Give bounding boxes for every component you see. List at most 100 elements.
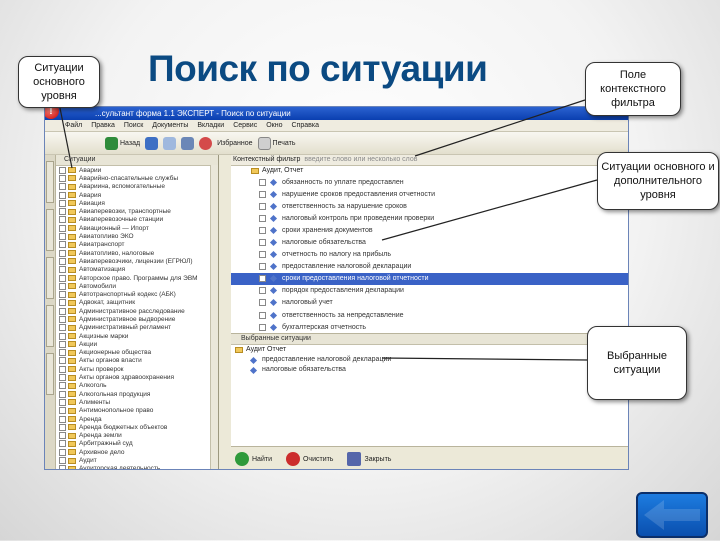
situation-item[interactable]: Авиационный — Ипорт bbox=[56, 224, 218, 232]
checkbox[interactable] bbox=[59, 241, 66, 249]
filter-input[interactable]: введите слово или несколько слов bbox=[304, 156, 417, 163]
checkbox[interactable] bbox=[59, 249, 66, 257]
situation-item[interactable]: Аудиторская деятельность bbox=[56, 465, 218, 469]
situation-item[interactable]: Авиатопливо ЭКО bbox=[56, 232, 218, 241]
situation-item[interactable]: Авиатранспорт bbox=[56, 241, 218, 249]
checkbox[interactable] bbox=[59, 332, 66, 340]
context-situation-row[interactable]: бухгалтерская отчетность bbox=[231, 321, 628, 333]
context-situation-row[interactable]: налоговый контроль при проведении провер… bbox=[231, 212, 628, 224]
context-situation-row[interactable]: налоговые обязательства bbox=[231, 236, 628, 248]
checkbox[interactable] bbox=[59, 299, 66, 307]
context-situation-row[interactable]: порядок предоставления декларации bbox=[231, 285, 628, 297]
checkbox[interactable] bbox=[59, 432, 66, 440]
context-situation-row[interactable]: налоговый учет bbox=[231, 297, 628, 309]
close-button[interactable]: Закрыть bbox=[347, 452, 391, 466]
situation-item[interactable]: Аудит bbox=[56, 456, 218, 465]
checkbox[interactable] bbox=[59, 307, 66, 315]
situation-item[interactable]: Арбитражный суд bbox=[56, 440, 218, 448]
situation-item[interactable]: Акции bbox=[56, 340, 218, 348]
context-situation-row[interactable]: сроки предоставления налоговой отчетност… bbox=[231, 272, 628, 285]
checkbox[interactable] bbox=[59, 349, 66, 357]
context-situation-row[interactable]: сроки хранения документов bbox=[231, 224, 628, 236]
checkbox[interactable] bbox=[59, 274, 66, 282]
menu-item[interactable]: Справка bbox=[292, 122, 319, 129]
checkbox[interactable] bbox=[59, 224, 66, 232]
checkbox[interactable] bbox=[59, 257, 66, 265]
checkbox[interactable] bbox=[59, 340, 66, 348]
side-tab[interactable] bbox=[46, 353, 54, 395]
forward-arrow-icon[interactable] bbox=[145, 136, 159, 150]
situation-item[interactable]: Автомобили bbox=[56, 282, 218, 290]
checkbox[interactable] bbox=[59, 390, 66, 398]
situation-item[interactable]: Автотранспортный кодекс (АБК) bbox=[56, 290, 218, 299]
situation-item[interactable]: Адвокат, защитник bbox=[56, 299, 218, 307]
context-situation-row[interactable]: предоставление налоговой декларации bbox=[231, 261, 628, 273]
text-search-icon[interactable] bbox=[181, 136, 195, 150]
checkbox[interactable] bbox=[59, 448, 66, 456]
checkbox[interactable] bbox=[59, 423, 66, 431]
checkbox[interactable] bbox=[59, 398, 66, 406]
checkbox[interactable] bbox=[59, 174, 66, 182]
checkbox[interactable] bbox=[59, 199, 66, 207]
situation-item[interactable]: Акцизные марки bbox=[56, 332, 218, 340]
selected-root[interactable]: Аудит Отчет bbox=[231, 345, 628, 355]
situation-item[interactable]: Авторское право. Программы для ЭВМ bbox=[56, 274, 218, 282]
clear-button[interactable]: Очистить bbox=[285, 452, 333, 466]
selected-situation[interactable]: налоговые обязательства bbox=[231, 365, 628, 375]
situation-item[interactable]: Авиаперевозки, транспортные bbox=[56, 207, 218, 216]
search-icon[interactable] bbox=[163, 136, 177, 150]
heart-icon[interactable] bbox=[199, 136, 213, 150]
situation-item[interactable]: Авиация bbox=[56, 199, 218, 207]
checkbox[interactable] bbox=[59, 266, 66, 274]
menu-item[interactable]: Правка bbox=[91, 122, 115, 129]
checkbox[interactable] bbox=[59, 166, 66, 174]
checkbox[interactable] bbox=[59, 457, 66, 465]
side-tab[interactable] bbox=[46, 305, 54, 347]
checkbox[interactable] bbox=[259, 190, 266, 198]
context-situation-row[interactable]: отчетность по налогу на прибыль bbox=[231, 249, 628, 261]
situation-item[interactable]: Административное выдворение bbox=[56, 315, 218, 323]
situation-item[interactable]: Авария bbox=[56, 191, 218, 199]
checkbox[interactable] bbox=[259, 239, 266, 247]
context-group[interactable]: Аудит, Отчет bbox=[231, 166, 628, 176]
situation-item[interactable]: Акты проверок bbox=[56, 365, 218, 373]
situation-item[interactable]: Авиатопливо, налоговые bbox=[56, 249, 218, 257]
context-situation-row[interactable]: ответственность за непредставление bbox=[231, 309, 628, 321]
back-button[interactable]: Назад bbox=[105, 136, 140, 150]
side-tab[interactable] bbox=[46, 257, 54, 299]
situation-item[interactable]: Акты органов здравоохранения bbox=[56, 373, 218, 382]
situation-item[interactable]: Автоматизация bbox=[56, 266, 218, 274]
situation-item[interactable]: Аренда bbox=[56, 415, 218, 423]
situation-item[interactable]: Авиаперевозчики, лицензии (ЕГРЮЛ) bbox=[56, 257, 218, 265]
situation-item[interactable]: Аренда земли bbox=[56, 432, 218, 440]
situation-item[interactable]: Административный регламент bbox=[56, 324, 218, 332]
checkbox[interactable] bbox=[59, 208, 66, 216]
menu-item[interactable]: Документы bbox=[152, 122, 188, 129]
checkbox[interactable] bbox=[259, 178, 266, 186]
situation-item[interactable]: Антимонопольное право bbox=[56, 407, 218, 415]
situation-item[interactable]: Аварийно-спасательные службы bbox=[56, 174, 218, 182]
print-button[interactable]: Печать bbox=[257, 136, 295, 150]
checkbox[interactable] bbox=[59, 291, 66, 299]
context-situation-row[interactable]: обязанность по уплате предоставлен bbox=[231, 176, 628, 188]
menu-item[interactable]: Сервис bbox=[233, 122, 257, 129]
menu-item[interactable]: Вкладки bbox=[197, 122, 224, 129]
situation-item[interactable]: Алкогольная продукция bbox=[56, 390, 218, 398]
checkbox[interactable] bbox=[59, 324, 66, 332]
checkbox[interactable] bbox=[59, 315, 66, 323]
checkbox[interactable] bbox=[259, 202, 266, 210]
menu-item[interactable]: Поиск bbox=[124, 122, 143, 129]
side-tab[interactable] bbox=[46, 161, 54, 203]
context-situation-row[interactable]: ответственность за нарушение сроков bbox=[231, 200, 628, 212]
situation-item[interactable]: Аренда бюджетных объектов bbox=[56, 423, 218, 431]
checkbox[interactable] bbox=[259, 214, 266, 222]
checkbox[interactable] bbox=[259, 311, 266, 319]
checkbox[interactable] bbox=[259, 299, 266, 307]
checkbox[interactable] bbox=[59, 365, 66, 373]
checkbox[interactable] bbox=[259, 251, 266, 259]
menu-item[interactable]: Файл bbox=[65, 122, 82, 129]
favorites-button[interactable]: Избранное bbox=[217, 140, 252, 147]
situation-item[interactable]: Аварии bbox=[56, 166, 218, 174]
checkbox[interactable] bbox=[59, 216, 66, 224]
checkbox[interactable] bbox=[259, 323, 266, 331]
